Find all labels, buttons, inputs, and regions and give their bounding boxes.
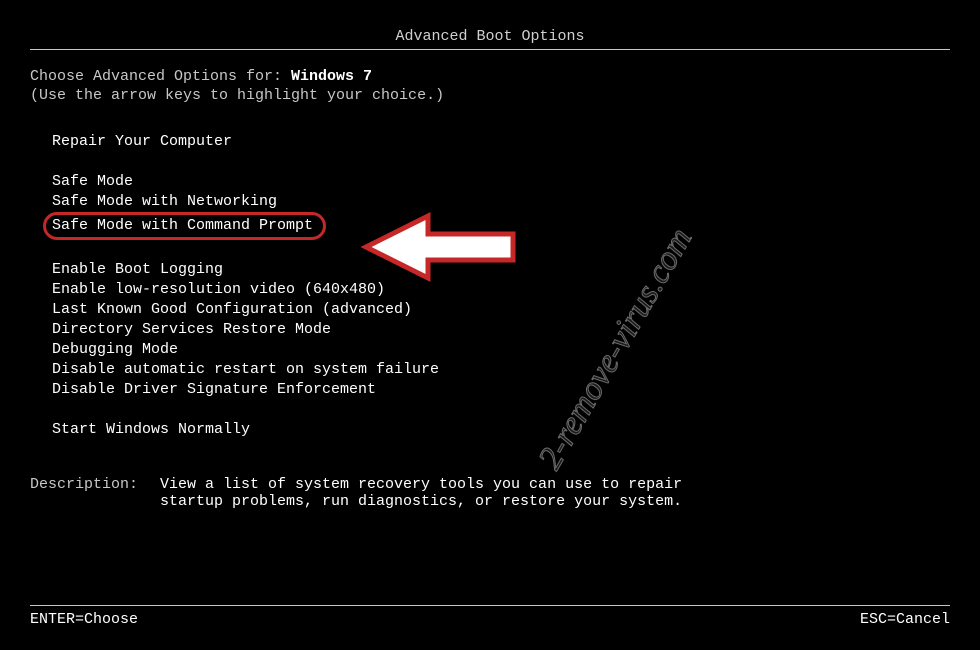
menu-group-repair: Repair Your Computer	[52, 132, 950, 152]
menu-item-low-res-video[interactable]: Enable low-resolution video (640x480)	[52, 280, 950, 300]
menu-item-repair-your-computer[interactable]: Repair Your Computer	[52, 132, 950, 152]
menu-item-last-known-good[interactable]: Last Known Good Configuration (advanced)	[52, 300, 950, 320]
footer-bar: ENTER=Choose ESC=Cancel	[30, 611, 950, 628]
highlight-ring: Safe Mode with Command Prompt	[43, 212, 326, 240]
menu-item-disable-auto-restart[interactable]: Disable automatic restart on system fail…	[52, 360, 950, 380]
menu-item-directory-services-restore[interactable]: Directory Services Restore Mode	[52, 320, 950, 340]
menu-group-advanced: Enable Boot Logging Enable low-resolutio…	[52, 260, 950, 400]
menu-group-normal: Start Windows Normally	[52, 420, 950, 440]
boot-options-screen: Advanced Boot Options Choose Advanced Op…	[0, 0, 980, 650]
title-bar: Advanced Boot Options	[30, 28, 950, 45]
menu-item-safe-mode[interactable]: Safe Mode	[52, 172, 950, 192]
menu-group-safemode: Safe Mode Safe Mode with Networking Safe…	[52, 172, 950, 240]
menu-item-start-normally[interactable]: Start Windows Normally	[52, 420, 950, 440]
menu-item-safe-mode-networking[interactable]: Safe Mode with Networking	[52, 192, 950, 212]
footer-esc: ESC=Cancel	[860, 611, 950, 628]
os-name: Windows 7	[291, 68, 372, 85]
divider-bottom	[30, 605, 950, 606]
intro-line: Choose Advanced Options for: Windows 7	[30, 68, 950, 85]
menu-item-enable-boot-logging[interactable]: Enable Boot Logging	[52, 260, 950, 280]
footer-enter: ENTER=Choose	[30, 611, 138, 628]
divider-top	[30, 49, 950, 50]
description-label: Description:	[30, 476, 160, 510]
menu-item-safe-mode-command-prompt[interactable]: Safe Mode with Command Prompt	[52, 212, 950, 240]
menu-item-disable-driver-sig[interactable]: Disable Driver Signature Enforcement	[52, 380, 950, 400]
intro-prefix: Choose Advanced Options for:	[30, 68, 291, 85]
page-title: Advanced Boot Options	[395, 28, 584, 45]
menu-item-debugging-mode[interactable]: Debugging Mode	[52, 340, 950, 360]
description-text: View a list of system recovery tools you…	[160, 476, 720, 510]
intro-hint: (Use the arrow keys to highlight your ch…	[30, 87, 950, 104]
description-block: Description: View a list of system recov…	[30, 476, 950, 510]
boot-menu[interactable]: Repair Your Computer Safe Mode Safe Mode…	[30, 132, 950, 440]
